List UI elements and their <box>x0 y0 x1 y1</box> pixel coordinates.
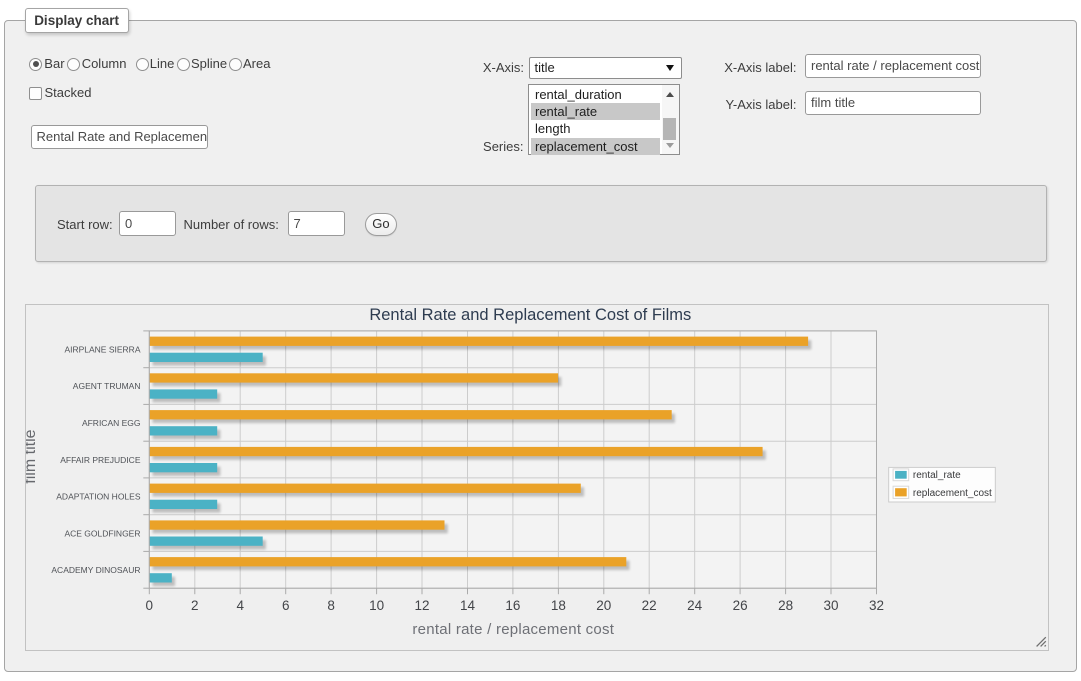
svg-text:ACADEMY DINOSAUR: ACADEMY DINOSAUR <box>51 565 140 575</box>
svg-text:14: 14 <box>460 598 476 613</box>
svg-text:28: 28 <box>778 598 793 613</box>
svg-text:film title: film title <box>26 430 39 484</box>
svg-text:AIRPLANE SIERRA: AIRPLANE SIERRA <box>64 345 140 355</box>
svg-text:0: 0 <box>145 598 153 613</box>
svg-text:AFRICAN EGG: AFRICAN EGG <box>82 418 141 428</box>
svg-text:AGENT TRUMAN: AGENT TRUMAN <box>72 382 140 392</box>
svg-text:AFFAIR PREJUDICE: AFFAIR PREJUDICE <box>60 455 141 465</box>
svg-text:rental_rate: rental_rate <box>913 471 961 482</box>
svg-text:20: 20 <box>596 598 611 613</box>
svg-text:4: 4 <box>236 598 244 613</box>
svg-text:24: 24 <box>687 598 703 613</box>
svg-text:16: 16 <box>505 598 520 613</box>
svg-text:ACE GOLDFINGER: ACE GOLDFINGER <box>64 529 140 539</box>
svg-text:30: 30 <box>823 598 838 613</box>
svg-text:12: 12 <box>414 598 429 613</box>
svg-text:rental rate / replacement cost: rental rate / replacement cost <box>412 622 614 639</box>
svg-text:10: 10 <box>369 598 384 613</box>
svg-text:8: 8 <box>327 598 335 613</box>
svg-text:2: 2 <box>191 598 199 613</box>
svg-text:Rental Rate and Replacement Co: Rental Rate and Replacement Cost of Film… <box>369 306 691 324</box>
svg-text:32: 32 <box>869 598 884 613</box>
svg-text:18: 18 <box>551 598 566 613</box>
svg-text:replacement_cost: replacement_cost <box>913 488 992 499</box>
svg-text:ADAPTATION HOLES: ADAPTATION HOLES <box>56 492 141 502</box>
svg-text:22: 22 <box>641 598 656 613</box>
svg-text:26: 26 <box>732 598 747 613</box>
svg-text:6: 6 <box>282 598 290 613</box>
